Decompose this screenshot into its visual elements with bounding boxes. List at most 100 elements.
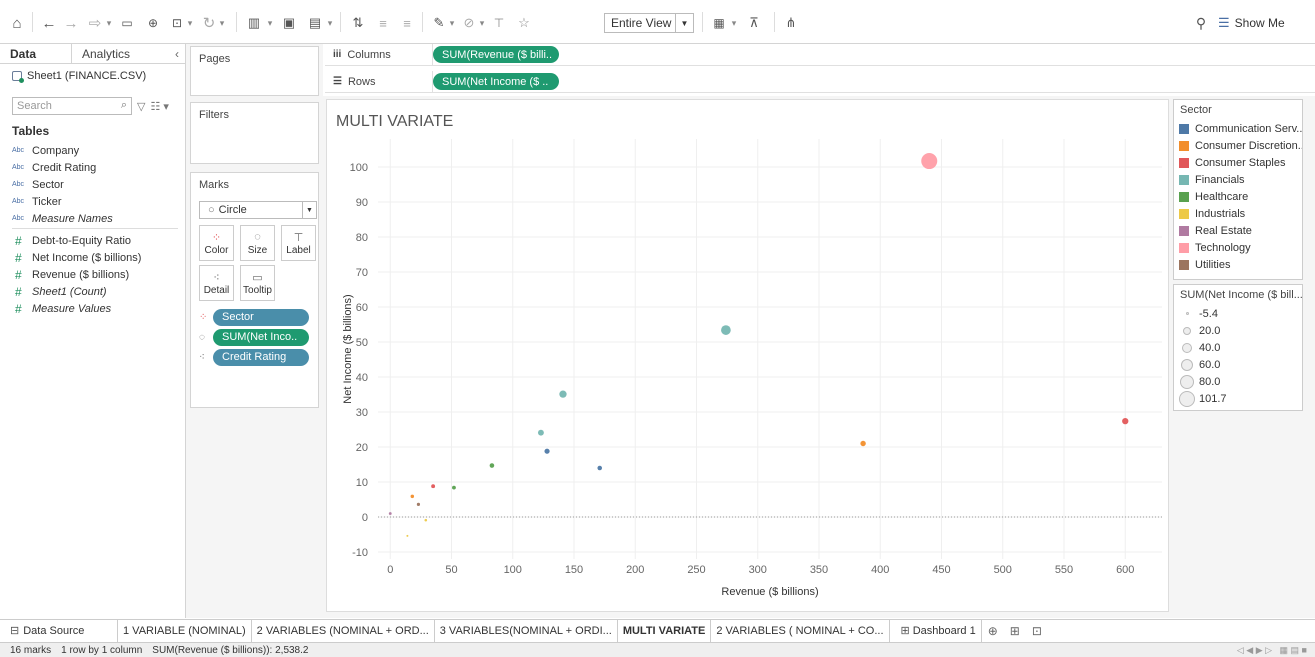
field-item[interactable]: Abc Ticker	[12, 193, 184, 210]
field-name: Debt-to-Equity Ratio	[32, 234, 132, 247]
pause-updates-icon[interactable]: ⊡	[168, 12, 186, 34]
show-cards-icon[interactable]: ▦	[710, 12, 728, 34]
view-options-icon[interactable]: ☷ ▾	[150, 100, 168, 113]
number-type-icon: #	[15, 267, 22, 282]
y-tick-label: -10	[352, 547, 368, 559]
columns-shelf[interactable]: iii Columns SUM(Revenue ($ billi..	[325, 43, 1315, 66]
field-item[interactable]: Abc Company	[12, 142, 184, 159]
legend-item[interactable]: Healthcare	[1174, 188, 1302, 205]
sort-descending-icon[interactable]: ≡	[398, 12, 416, 34]
pause-dropdown-icon[interactable]: ▾	[186, 12, 194, 34]
fix-axes-icon[interactable]: ☆	[515, 12, 533, 34]
new-datasource-icon[interactable]: ⊕	[144, 12, 162, 34]
sheet-tab-active[interactable]: MULTI VARIATE	[617, 619, 712, 642]
size-button-label: Size	[247, 244, 268, 256]
duplicate-sheet-icon[interactable]: ▣	[280, 12, 298, 34]
pages-shelf[interactable]: Pages	[190, 46, 319, 96]
field-item[interactable]: # Sheet1 (Count)	[12, 283, 184, 300]
new-story-icon[interactable]: ⊡	[1026, 620, 1048, 642]
field-item[interactable]: Abc Sector	[12, 176, 184, 193]
net-income-pill[interactable]: SUM(Net Inco..	[213, 328, 309, 346]
legend-item[interactable]: Industrials	[1174, 205, 1302, 222]
clear-sheet-icon[interactable]: ▤	[306, 12, 324, 34]
group-dropdown-icon[interactable]: ▾	[478, 12, 486, 34]
legend-label: Technology	[1195, 241, 1251, 254]
field-item[interactable]: # Measure Values	[12, 300, 184, 317]
swap-rows-columns-icon[interactable]: ⇅	[348, 12, 368, 34]
show-me-label: Show Me	[1234, 16, 1285, 30]
sheet-tab[interactable]: 1 VARIABLE (NOMINAL)	[118, 619, 252, 642]
new-worksheet-dropdown-icon[interactable]: ▾	[266, 12, 274, 34]
new-worksheet-icon[interactable]: ▥	[244, 12, 264, 34]
refresh-icon[interactable]: ↻	[200, 12, 218, 34]
mark-type-dropdown[interactable]: ○ Circle ▼	[199, 201, 317, 219]
scatter-chart[interactable]: 0 50 100 150 200 250 300 350 400 450 500 550 600 -10 0…	[326, 99, 1169, 612]
new-dashboard-icon[interactable]: ⊞	[1004, 620, 1026, 642]
color-pill-row: ⁘ Sector	[199, 308, 309, 326]
data-source-tab[interactable]: ⊟ Data Source	[0, 619, 118, 642]
replay-icon[interactable]: ⇨	[84, 12, 106, 34]
show-cards-dropdown-icon[interactable]: ▾	[730, 12, 738, 34]
legend-item[interactable]: Utilities	[1174, 256, 1302, 273]
fit-view-dropdown[interactable]: Entire View ▼	[604, 13, 694, 33]
presentation-mode-icon[interactable]: ⊼	[744, 12, 764, 34]
filter-icon[interactable]: ▽	[137, 100, 145, 113]
legend-item[interactable]: Technology	[1174, 239, 1302, 256]
revenue-pill[interactable]: SUM(Revenue ($ billi..	[433, 46, 559, 63]
field-name: Sheet1 (Count)	[32, 285, 107, 298]
datasource-item[interactable]: Sheet1 (FINANCE.CSV)	[0, 64, 185, 88]
redo-icon[interactable]: →	[62, 12, 80, 34]
color-button[interactable]: ⁘ Color	[199, 225, 234, 261]
tab-analytics[interactable]: Analytics	[72, 44, 140, 64]
pin-icon[interactable]: ⚲	[1192, 12, 1210, 34]
field-item[interactable]: # Revenue ($ billions)	[12, 266, 184, 283]
sheet-tab[interactable]: 3 VARIABLES(NOMINAL + ORDI...	[435, 619, 618, 642]
y-axis-label: Net Income ($ billions)	[342, 294, 354, 403]
legend-item[interactable]: Financials	[1174, 171, 1302, 188]
save-icon[interactable]: ▭	[118, 12, 136, 34]
credit-rating-pill[interactable]: Credit Rating	[213, 348, 309, 366]
dashboard-tab[interactable]: ⊞ Dashboard 1	[896, 619, 982, 642]
sector-pill[interactable]: Sector	[213, 308, 309, 326]
refresh-dropdown-icon[interactable]: ▾	[218, 12, 226, 34]
sheet-tab[interactable]: 2 VARIABLES ( NOMINAL + CO...	[711, 619, 890, 642]
highlight-dropdown-icon[interactable]: ▾	[448, 12, 456, 34]
clear-sheet-dropdown-icon[interactable]: ▾	[326, 12, 334, 34]
size-legend-item: 80.0	[1174, 373, 1302, 390]
share-icon[interactable]: ⋔	[782, 12, 800, 34]
field-item[interactable]: Abc Measure Names	[12, 210, 184, 227]
show-me-button[interactable]: ☰ Show Me	[1218, 12, 1285, 34]
sheet-navigation-icons[interactable]: ◁ ◀ ▶ ▷ ▦ ▤ ■	[1237, 645, 1307, 656]
show-mark-labels-icon[interactable]: ⊤	[490, 12, 508, 34]
sort-ascending-icon[interactable]: ≡	[374, 12, 392, 34]
detail-button[interactable]: ⁖ Detail	[199, 265, 234, 301]
tooltip-button[interactable]: ▭ Tooltip	[240, 265, 275, 301]
undo-icon[interactable]: ←	[40, 12, 58, 34]
group-members-icon[interactable]: ⊘	[460, 12, 478, 34]
tab-data[interactable]: Data	[0, 44, 72, 64]
rows-shelf[interactable]: ☰ Rows SUM(Net Income ($ ..	[325, 70, 1315, 93]
data-source-label: Data Source	[23, 624, 85, 637]
legend-item[interactable]: Consumer Discretion..	[1174, 137, 1302, 154]
sheet-tab[interactable]: 2 VARIABLES (NOMINAL + ORD...	[252, 619, 435, 642]
filters-shelf[interactable]: Filters	[190, 102, 319, 164]
legend-item[interactable]: Consumer Staples	[1174, 154, 1302, 171]
mark-type-label: Circle	[218, 204, 247, 216]
highlight-icon[interactable]: ✎	[430, 12, 448, 34]
field-item[interactable]: # Net Income ($ billions)	[12, 249, 184, 266]
show-me-icon: ☰	[1218, 15, 1230, 30]
collapse-pane-icon[interactable]: ‹	[175, 44, 185, 63]
field-item[interactable]: Abc Credit Rating	[12, 159, 184, 176]
net-income-rows-pill[interactable]: SUM(Net Income ($ ..	[433, 73, 559, 90]
new-worksheet-icon[interactable]: ⊕	[982, 620, 1004, 642]
x-tick-label: 500	[994, 564, 1012, 576]
field-search-input[interactable]: Search ⌕	[12, 97, 132, 115]
legend-item[interactable]: Communication Serv..	[1174, 120, 1302, 137]
legend-item[interactable]: Real Estate	[1174, 222, 1302, 239]
label-button[interactable]: ⊤ Label	[281, 225, 316, 261]
number-type-icon: #	[15, 301, 22, 316]
replay-dropdown-icon[interactable]: ▾	[105, 12, 113, 34]
home-icon[interactable]: ⌂	[8, 12, 26, 34]
size-button[interactable]: ◌ Size	[240, 225, 275, 261]
field-item[interactable]: # Debt-to-Equity Ratio	[12, 232, 184, 249]
